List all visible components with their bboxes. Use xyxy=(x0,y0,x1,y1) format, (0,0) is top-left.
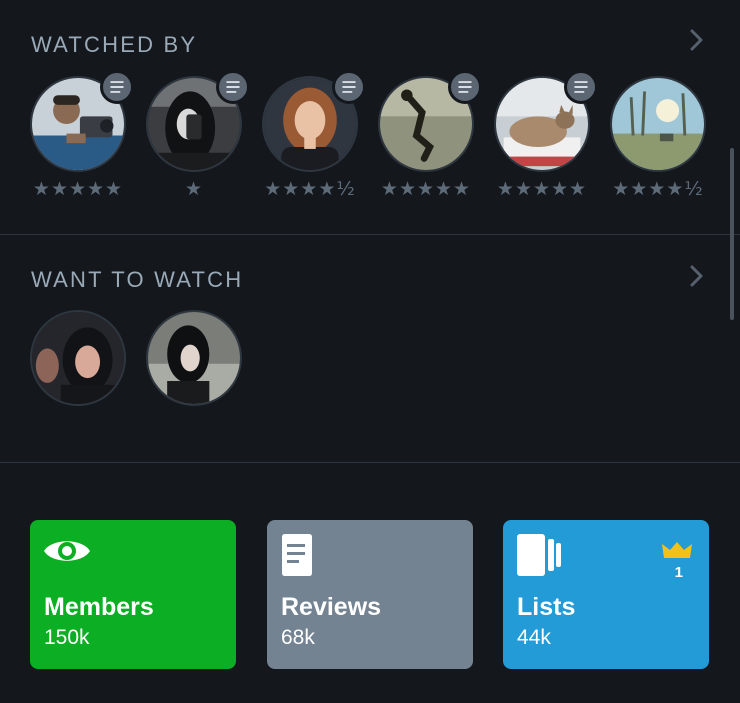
rating-stars: ★★★★½ xyxy=(264,178,356,200)
review-badge xyxy=(448,70,482,104)
members-card[interactable]: Members 150k xyxy=(30,520,236,669)
review-badge xyxy=(216,70,250,104)
reviews-label: Reviews xyxy=(281,593,382,621)
scrollbar[interactable] xyxy=(730,148,734,320)
list-stack-icon xyxy=(517,534,561,576)
review-badge xyxy=(100,70,134,104)
section-divider xyxy=(0,234,740,235)
film-members-panel: WATCHED BY ★★★★★ ★ ★★★★½ ★★★★★ ★★★★★ ★★★… xyxy=(0,0,740,703)
want-to-watch-title: WANT TO WATCH xyxy=(31,267,244,292)
chevron-right-icon[interactable] xyxy=(688,29,706,51)
avatar xyxy=(30,310,126,406)
watched-by-title: WATCHED BY xyxy=(31,32,198,57)
lists-card[interactable]: 1 Lists 44k xyxy=(503,520,709,669)
rating-stars: ★ xyxy=(184,178,204,200)
members-label: Members xyxy=(44,593,154,621)
chevron-right-icon[interactable] xyxy=(688,265,706,287)
review-badge xyxy=(332,70,366,104)
reviews-count: 68k xyxy=(281,626,315,649)
lists-count: 44k xyxy=(517,626,551,649)
rating-stars: ★★★★½ xyxy=(612,178,704,200)
rating-stars: ★★★★★ xyxy=(496,178,588,200)
reviews-card[interactable]: Reviews 68k xyxy=(267,520,473,669)
crown-count: 1 xyxy=(674,564,683,581)
rating-stars: ★★★★★ xyxy=(380,178,472,200)
avatar xyxy=(610,76,706,172)
eye-icon xyxy=(44,541,90,561)
review-badge xyxy=(564,70,598,104)
members-count: 150k xyxy=(44,626,90,649)
avatar xyxy=(146,310,242,406)
document-icon xyxy=(282,534,312,576)
crown-icon xyxy=(662,542,692,558)
rating-stars: ★★★★★ xyxy=(32,178,124,200)
section-divider xyxy=(0,462,740,463)
lists-label: Lists xyxy=(517,593,576,621)
